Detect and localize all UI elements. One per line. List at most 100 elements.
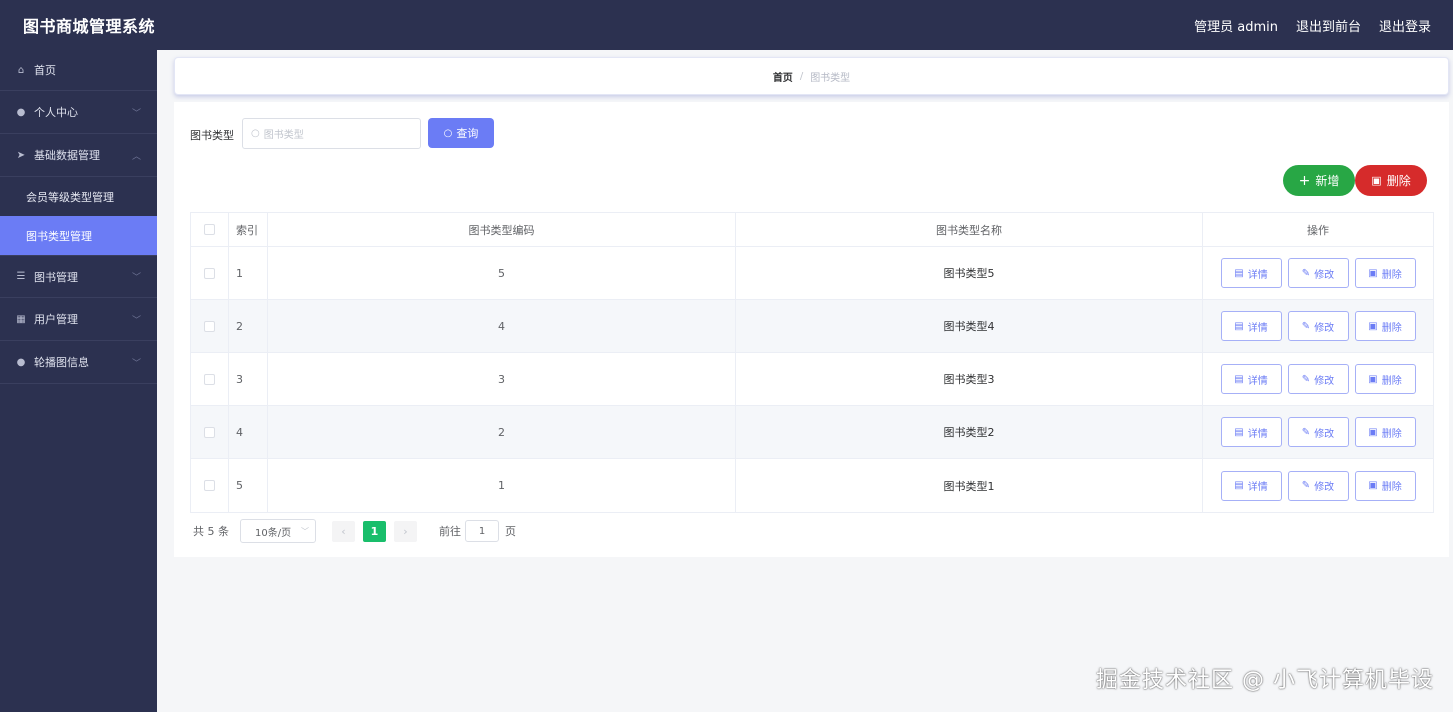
sidebar-item-label: 基础数据管理 xyxy=(34,149,100,162)
goto-page-input[interactable]: 1 xyxy=(465,520,499,542)
delete-button[interactable]: ▣ 删除 xyxy=(1354,364,1416,394)
logout-link[interactable]: 退出登录 xyxy=(1379,16,1431,35)
sidebar-item-label: 首页 xyxy=(34,64,56,77)
chevron-right-icon: › xyxy=(403,524,408,538)
detail-button-label: 详情 xyxy=(1247,322,1268,334)
query-button[interactable]: ○ 查询 xyxy=(428,118,494,148)
row-name: 图书类型2 xyxy=(736,406,1203,458)
breadcrumb-current: 图书类型 xyxy=(810,72,851,84)
delete-button[interactable]: ▣ 删除 xyxy=(1354,417,1416,447)
page-number-button[interactable]: 1 xyxy=(363,520,386,542)
sidebar-item-label: 轮播图信息 xyxy=(34,356,89,369)
detail-button[interactable]: ▤ 详情 xyxy=(1220,258,1282,288)
prev-page-button[interactable]: ‹ xyxy=(332,520,355,542)
send-icon: ➤ xyxy=(16,149,26,161)
search-input[interactable]: ○ 图书类型 xyxy=(242,118,421,149)
row-checkbox[interactable] xyxy=(204,320,215,332)
edit-button-label: 修改 xyxy=(1314,428,1335,440)
select-all-checkbox[interactable] xyxy=(204,224,215,235)
row-index: 2 xyxy=(229,300,268,352)
row-name: 图书类型4 xyxy=(736,300,1203,352)
sidebar-item-label: 用户管理 xyxy=(34,313,78,326)
row-checkbox-cell xyxy=(191,459,229,512)
row-code: 2 xyxy=(268,406,736,458)
edit-icon: ✎ xyxy=(1301,373,1311,385)
sidebar-item-personal-center[interactable]: ● 个人中心 ﹀ xyxy=(0,91,157,134)
row-index: 4 xyxy=(229,406,268,458)
row-checkbox[interactable] xyxy=(204,480,215,491)
delete-button[interactable]: ▣ 删除 xyxy=(1354,470,1416,501)
row-name: 图书类型1 xyxy=(736,459,1203,512)
page-size-select[interactable]: 10条/页 ﹀ xyxy=(240,519,316,543)
edit-button[interactable]: ✎ 修改 xyxy=(1287,417,1349,447)
delete-button-label: 删除 xyxy=(1381,269,1402,281)
sidebar-item-book-type[interactable]: 图书类型管理 xyxy=(0,216,157,255)
batch-delete-button[interactable]: ▣ 删除 xyxy=(1355,165,1427,196)
trash-icon: ▣ xyxy=(1368,320,1378,332)
sidebar-item-user-management[interactable]: ▦ 用户管理 ﹀ xyxy=(0,298,157,341)
chevron-down-icon: ﹀ xyxy=(131,315,141,326)
edit-button[interactable]: ✎ 修改 xyxy=(1287,470,1349,501)
watermark: 掘金技术社区 @ 小飞计算机毕设 xyxy=(1096,668,1434,693)
page-size-value: 10条/页 xyxy=(255,527,292,539)
delete-button-label: 删除 xyxy=(1381,428,1402,440)
page-suffix: 页 xyxy=(505,525,516,538)
sidebar-item-carousel[interactable]: ● 轮播图信息 ﹀ xyxy=(0,341,157,384)
chevron-down-icon: ﹀ xyxy=(131,108,141,119)
row-index: 5 xyxy=(229,459,268,512)
next-page-button[interactable]: › xyxy=(394,520,417,542)
top-links: 管理员 admin 退出到前台 退出登录 xyxy=(1194,16,1431,35)
main-panel: 图书类型 ○ 图书类型 ○ 查询 + 新增 ▣ 删除 索引 图书类型编码 图书类… xyxy=(174,102,1449,557)
edit-button[interactable]: ✎ 修改 xyxy=(1287,364,1349,394)
edit-icon: ✎ xyxy=(1301,426,1311,438)
document-icon: ▤ xyxy=(1234,267,1244,279)
detail-button[interactable]: ▤ 详情 xyxy=(1220,470,1282,501)
detail-button-label: 详情 xyxy=(1247,482,1268,493)
trash-icon: ▣ xyxy=(1371,174,1382,187)
add-button[interactable]: + 新增 xyxy=(1283,165,1355,196)
row-actions: ▤ 详情 ✎ 修改 ▣ 删除 xyxy=(1203,406,1433,458)
sidebar-item-home[interactable]: ⌂ 首页 xyxy=(0,50,157,91)
admin-label: 管理员 admin xyxy=(1194,19,1278,35)
detail-button[interactable]: ▤ 详情 xyxy=(1220,364,1282,394)
row-code: 5 xyxy=(268,247,736,299)
table-row: 2 4 图书类型4 ▤ 详情 ✎ 修改 ▣ 删除 xyxy=(191,300,1433,353)
header-index: 索引 xyxy=(229,213,268,246)
edit-button[interactable]: ✎ 修改 xyxy=(1287,311,1349,341)
document-icon: ▤ xyxy=(1234,426,1244,438)
query-button-label: 查询 xyxy=(456,127,479,140)
detail-button[interactable]: ▤ 详情 xyxy=(1220,417,1282,447)
breadcrumb-separator: / xyxy=(799,70,804,82)
document-icon: ▤ xyxy=(1234,480,1244,491)
sidebar-item-label: 个人中心 xyxy=(34,106,78,119)
edit-button-label: 修改 xyxy=(1314,269,1335,281)
row-actions: ▤ 详情 ✎ 修改 ▣ 删除 xyxy=(1203,459,1433,512)
table-row: 5 1 图书类型1 ▤ 详情 ✎ 修改 ▣ 删除 xyxy=(191,459,1433,512)
app-title: 图书商城管理系统 xyxy=(23,17,156,36)
edit-icon: ✎ xyxy=(1301,320,1311,332)
header-ops: 操作 xyxy=(1307,223,1329,237)
add-button-label: 新增 xyxy=(1315,174,1340,188)
exit-to-front-link[interactable]: 退出到前台 xyxy=(1296,16,1361,35)
row-checkbox[interactable] xyxy=(204,426,215,438)
chevron-down-icon: ﹀ xyxy=(301,526,309,536)
row-checkbox[interactable] xyxy=(204,267,215,279)
detail-button[interactable]: ▤ 详情 xyxy=(1220,311,1282,341)
row-name: 图书类型5 xyxy=(736,247,1203,299)
edit-button-label: 修改 xyxy=(1314,375,1335,387)
sidebar-item-book-management[interactable]: ☰ 图书管理 ﹀ xyxy=(0,255,157,298)
row-checkbox-cell xyxy=(191,353,229,405)
sidebar-item-member-level-type[interactable]: 会员等级类型管理 xyxy=(0,177,157,216)
breadcrumb-home[interactable]: 首页 xyxy=(773,69,793,84)
row-checkbox[interactable] xyxy=(204,373,215,385)
sidebar-item-basic-data[interactable]: ➤ 基础数据管理 ︿ xyxy=(0,134,157,177)
delete-button[interactable]: ▣ 删除 xyxy=(1354,311,1416,341)
delete-button-label: 删除 xyxy=(1381,482,1402,493)
search-icon: ○ xyxy=(443,127,453,139)
row-index: 3 xyxy=(229,353,268,405)
pagination: 共 5 条 10条/页 ﹀ ‹ 1 › 前往 1 页 xyxy=(193,519,516,543)
delete-button[interactable]: ▣ 删除 xyxy=(1354,258,1416,288)
header-name: 图书类型名称 xyxy=(736,213,1203,246)
detail-button-label: 详情 xyxy=(1247,428,1268,440)
edit-button[interactable]: ✎ 修改 xyxy=(1287,258,1349,288)
